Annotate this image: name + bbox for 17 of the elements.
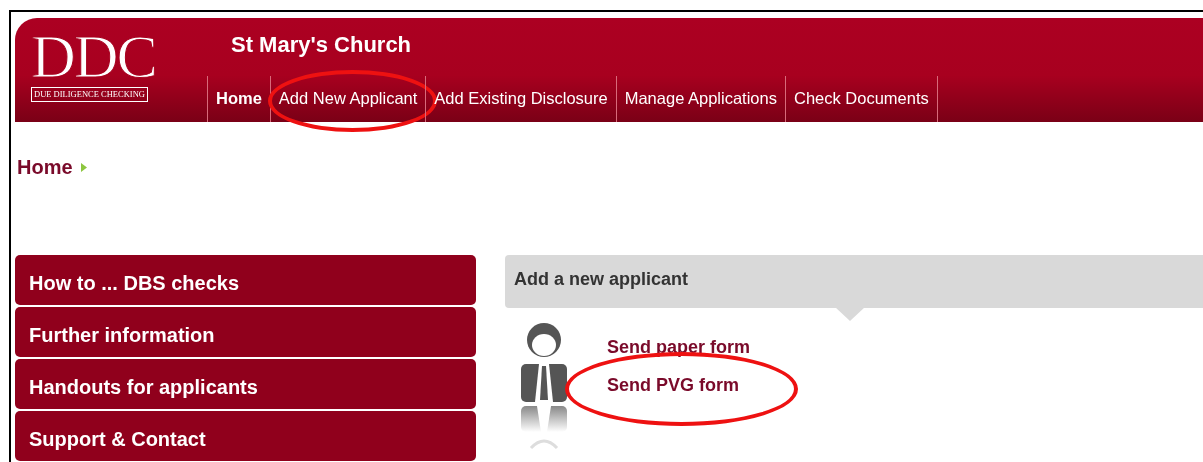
sidebar-item[interactable]: Support & Contact	[15, 411, 476, 461]
nav-tab[interactable]: Add Existing Disclosure	[425, 76, 616, 122]
form-link[interactable]: Send PVG form	[607, 366, 751, 404]
breadcrumb-link[interactable]: Home	[17, 152, 73, 182]
nav-tab[interactable]: Manage Applications	[615, 76, 785, 122]
nav-tab[interactable]: Home	[207, 76, 270, 122]
chevron-icon	[80, 163, 87, 172]
site-title: St Mary's Church	[230, 31, 413, 59]
logo-letters: DDC	[31, 32, 157, 80]
sidebar-item[interactable]: How to ... DBS checks	[15, 255, 476, 305]
nav-tab[interactable]: Check Documents	[784, 76, 938, 122]
sidebar-item[interactable]: Further information	[15, 307, 476, 357]
sidebar-item[interactable]: Handouts for applicants	[15, 359, 476, 409]
nav-tab[interactable]: Add New Applicant	[269, 76, 426, 122]
panel-title: Add a new applicant	[514, 269, 689, 289]
logo-tagline: DUE DILIGENCE CHECKING	[31, 87, 148, 102]
person-icon	[519, 320, 569, 450]
